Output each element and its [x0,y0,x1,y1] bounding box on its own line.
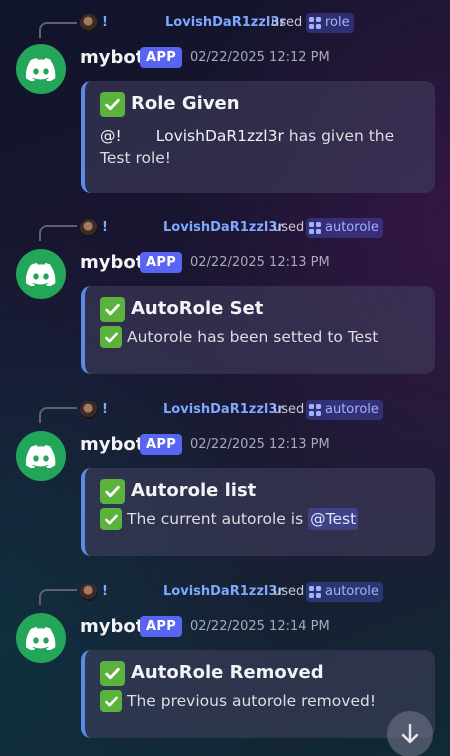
app-badge: APP [140,434,183,455]
bot-avatar[interactable] [16,44,66,94]
embed-description: The previous autorole removed! [100,690,423,712]
reply-connector [39,22,77,38]
embed-title-text: Role Given [131,93,240,114]
embed-description: Autorole has been setted to Test [100,326,423,348]
command-name: role [325,15,350,30]
reply-used-text: used [273,220,305,235]
replied-user-prefix[interactable]: ! [102,219,108,237]
app-badge: APP [140,47,183,68]
arrow-down-icon [401,723,419,744]
replied-user-name[interactable]: LovishDaR1zzl3r [163,219,284,237]
message-autorole-removed: ! LovishDaR1zzl3r used autorole mybot AP… [0,569,450,751]
discord-logo-icon [26,626,56,650]
embed-title: AutoRole Set [100,295,423,323]
check-mark-icon [100,660,125,686]
bot-name[interactable]: mybot [80,615,144,639]
embed-description: @! LovishDaR1zzl3r has given the Test rol… [100,125,423,169]
replied-user-prefix[interactable]: ! [102,14,108,32]
embed-description-text: The current autorole is [127,510,304,528]
embed-card: AutoRole Removed The previous autorole r… [81,650,435,738]
replied-user-name[interactable]: LovishDaR1zzl3r [163,401,284,419]
replied-user-avatar[interactable] [80,14,98,32]
reply-used-text: used [271,15,303,30]
check-mark-icon [100,690,122,712]
check-mark-icon [100,478,125,504]
replied-user-avatar[interactable] [80,401,98,419]
replied-user-prefix[interactable]: ! [102,583,108,601]
embed-title: Role Given [100,90,423,118]
embed-title-text: AutoRole Set [131,298,264,319]
role-mention[interactable]: @Test [308,508,359,530]
message-autorole-set: ! LovishDaR1zzl3r used autorole mybot AP… [0,205,450,387]
app-badge: APP [140,616,183,637]
reply-used-text: used [273,584,305,599]
bot-name[interactable]: mybot [80,251,144,275]
app-badge: APP [140,252,183,273]
app-command-icon [309,404,321,416]
discord-logo-icon [26,444,56,468]
embed-card: Role Given @! LovishDaR1zzl3r has given t… [81,81,435,193]
user-mention[interactable]: @! [100,127,122,145]
command-name: autorole [325,402,379,417]
command-name: autorole [325,584,379,599]
replied-user-avatar[interactable] [80,219,98,237]
bot-name[interactable]: mybot [80,46,144,70]
slash-command-chip[interactable]: autorole [306,400,383,420]
command-name: autorole [325,220,379,235]
embed-description-text: The previous autorole removed! [127,692,377,710]
message-timestamp: 02/22/2025 12:12 PM [190,50,330,65]
embed-title-text: AutoRole Removed [131,662,324,683]
reply-used-text: used [273,402,305,417]
message-autorole-list: ! LovishDaR1zzl3r used autorole mybot AP… [0,387,450,569]
bot-avatar[interactable] [16,613,66,663]
message-timestamp: 02/22/2025 12:13 PM [190,437,330,452]
bot-avatar[interactable] [16,249,66,299]
replied-user-name[interactable]: LovishDaR1zzl3r [165,14,286,32]
embed-title: AutoRole Removed [100,659,423,687]
app-command-icon [309,222,321,234]
slash-command-chip[interactable]: role [306,13,354,33]
embed-description-text: Autorole has been setted to Test [127,328,379,346]
bot-name[interactable]: mybot [80,433,144,457]
replied-user-prefix[interactable]: ! [102,401,108,419]
slash-command-chip[interactable]: autorole [306,218,383,238]
embed-card: AutoRole Set Autorole has been setted to… [81,286,435,374]
reply-connector [39,225,77,241]
mentioned-user-name[interactable]: LovishDaR1zzl3r [156,127,284,145]
message-timestamp: 02/22/2025 12:13 PM [190,255,330,270]
message-timestamp: 02/22/2025 12:14 PM [190,619,330,634]
slash-command-chip[interactable]: autorole [306,582,383,602]
embed-card: Autorole list The current autorole is @T… [81,468,435,556]
app-command-icon [309,17,321,29]
replied-user-name[interactable]: LovishDaR1zzl3r [163,583,284,601]
discord-logo-icon [26,262,56,286]
check-mark-icon [100,508,122,530]
jump-to-latest-button[interactable] [387,711,433,756]
embed-title-text: Autorole list [131,480,257,501]
check-mark-icon [100,296,125,322]
check-mark-icon [100,91,125,117]
replied-user-avatar[interactable] [80,583,98,601]
reply-connector [39,589,77,605]
reply-connector [39,407,77,423]
discord-logo-icon [26,57,56,81]
embed-description: The current autorole is @Test [100,508,423,530]
embed-title: Autorole list [100,477,423,505]
bot-avatar[interactable] [16,431,66,481]
app-command-icon [309,586,321,598]
check-mark-icon [100,326,122,348]
message-role-given: ! LovishDaR1zzl3r used role mybot APP 02… [0,0,450,193]
